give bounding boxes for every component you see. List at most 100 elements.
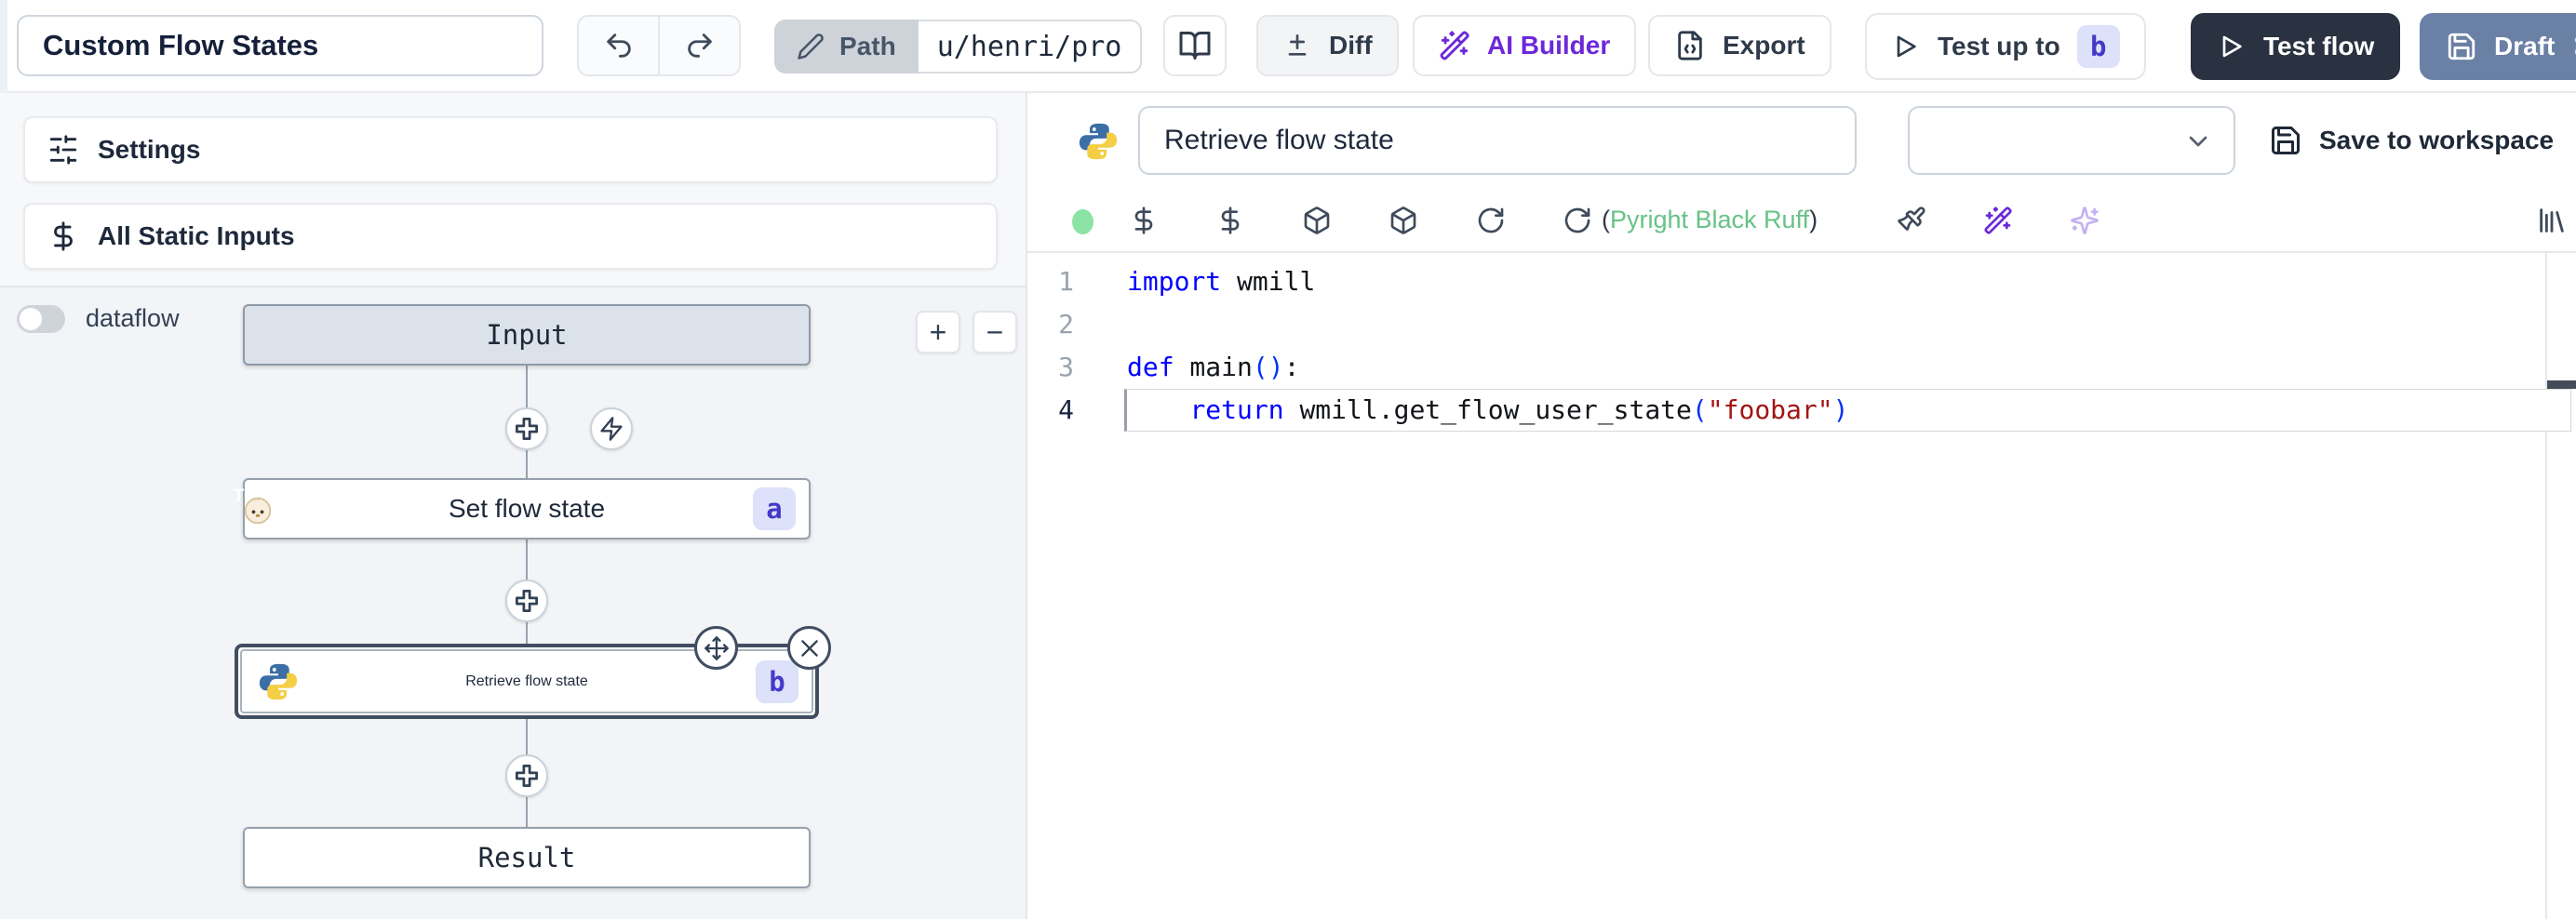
undo-redo-group — [577, 15, 741, 76]
book-open-icon — [1178, 29, 1212, 62]
test-up-to-label: Test up to — [1938, 32, 2060, 61]
all-static-inputs-button[interactable]: All Static Inputs — [23, 203, 998, 270]
insert-step-button[interactable] — [505, 579, 548, 622]
dollar-icon — [1215, 206, 1245, 235]
code-editor[interactable]: 1 2 3 4 import wmill def main(): return … — [1027, 251, 2576, 919]
ai-sparkles-button[interactable] — [2068, 204, 2101, 237]
close-icon — [798, 636, 822, 660]
flow-graph-canvas[interactable]: dataflow + − Input — [0, 286, 1026, 919]
package-icon — [1302, 206, 1332, 235]
path-label-segment: Path — [774, 20, 919, 73]
dataflow-toggle[interactable] — [17, 305, 65, 333]
docs-button[interactable] — [1163, 15, 1227, 76]
code-token: main — [1174, 352, 1253, 382]
flow-node-result[interactable]: Result — [243, 827, 811, 888]
test-flow-button[interactable]: Test flow — [2191, 13, 2400, 80]
file-code-icon — [1674, 30, 1706, 61]
delete-node-button[interactable] — [787, 626, 831, 670]
static-inputs-label: All Static Inputs — [98, 221, 295, 251]
flow-panel: Settings All Static Inputs dataflow + − — [0, 93, 1027, 919]
insert-step-button[interactable] — [505, 754, 548, 797]
add-trigger-button[interactable] — [590, 407, 633, 450]
overview-ruler-cursor-marker — [2547, 380, 2576, 389]
draft-button[interactable]: Draft ⌘S — [2420, 13, 2576, 80]
dollar-icon — [47, 220, 79, 252]
flow-title-input[interactable] — [17, 15, 543, 76]
library-icon — [2536, 205, 2568, 236]
zoom-out-button[interactable]: − — [973, 311, 1017, 353]
settings-button[interactable]: Settings — [23, 116, 998, 183]
topbar: Path u/henri/pro Diff AI Builder Export … — [0, 0, 2576, 93]
export-button[interactable]: Export — [1648, 15, 1831, 76]
export-label: Export — [1723, 31, 1805, 60]
package-button[interactable] — [1387, 204, 1420, 237]
cross-plus-icon — [513, 762, 541, 790]
line-number: 1 — [1027, 260, 1074, 303]
save-icon — [2269, 124, 2302, 157]
step-name-input[interactable] — [1138, 106, 1857, 175]
line-number: 2 — [1027, 303, 1074, 346]
paintbrush-icon — [1897, 206, 1926, 235]
main-area: Settings All Static Inputs dataflow + − — [0, 93, 2576, 919]
cross-plus-icon — [513, 415, 541, 443]
node-label: Set flow state — [449, 494, 605, 524]
step-kind-select[interactable] — [1908, 106, 2235, 175]
step-editor-panel: Save to workspace (Pyright Blac — [1027, 93, 2576, 919]
code-assistants-status[interactable]: (Pyright Black Ruff) — [1602, 206, 1818, 234]
save-to-workspace-button[interactable]: Save to workspace — [2269, 115, 2554, 166]
code-token: wmill — [1221, 266, 1315, 297]
code-content[interactable]: import wmill def main(): return wmill.ge… — [1127, 260, 2539, 432]
dollar-icon — [1129, 206, 1159, 235]
draft-label: Draft — [2494, 32, 2555, 61]
code-toolbar: (Pyright Black Ruff) — [1027, 191, 2576, 251]
code-token: ( — [1692, 394, 1708, 425]
diff-button[interactable]: Diff — [1256, 15, 1399, 76]
node-badge: a — [753, 487, 796, 530]
pencil-icon — [797, 33, 825, 60]
ai-builder-button[interactable]: AI Builder — [1413, 15, 1636, 76]
insert-step-button[interactable] — [505, 407, 548, 450]
library-button[interactable] — [2535, 204, 2569, 237]
reload-button[interactable] — [1561, 204, 1594, 237]
line-number-gutter: 1 2 3 4 — [1027, 260, 1074, 432]
zap-icon — [598, 416, 624, 442]
code-line-3: def main(): — [1127, 346, 2539, 389]
status-dot — [1072, 209, 1093, 234]
dataflow-toggle-group: dataflow — [17, 304, 180, 333]
code-line-2 — [1127, 303, 2539, 346]
dataflow-label: dataflow — [86, 304, 180, 333]
test-up-to-button[interactable]: Test up to b — [1865, 13, 2146, 80]
resources-button[interactable] — [1214, 204, 1247, 237]
flow-node-a[interactable]: TS Set flow state a — [243, 478, 811, 539]
sliders-icon — [47, 134, 79, 166]
diff-icon — [1282, 31, 1312, 60]
zoom-in-button[interactable]: + — [916, 311, 960, 353]
undo-icon — [603, 30, 635, 61]
move-node-button[interactable] — [694, 626, 738, 670]
reload-button[interactable] — [1474, 204, 1508, 237]
undo-button[interactable] — [579, 17, 658, 74]
redo-icon — [684, 30, 716, 61]
assistant-names: Pyright Black Ruff — [1610, 206, 1809, 233]
rotate-cw-icon — [1563, 206, 1592, 235]
settings-label: Settings — [98, 135, 200, 165]
rotate-cw-icon — [1476, 206, 1506, 235]
code-token: "foobar" — [1708, 394, 1833, 425]
assistant-paren-open: ( — [1602, 206, 1610, 233]
variables-button[interactable] — [1127, 204, 1161, 237]
package-button[interactable] — [1300, 204, 1334, 237]
ai-edit-button[interactable] — [1981, 204, 2015, 237]
format-button[interactable] — [1895, 204, 1928, 237]
window-edge — [0, 0, 7, 93]
code-line-1: import wmill — [1127, 260, 2539, 303]
node-label: Retrieve flow state — [465, 673, 588, 690]
code-token: return — [1189, 394, 1283, 425]
flow-node-input[interactable]: Input — [243, 304, 811, 366]
overview-ruler-divider — [2545, 253, 2547, 919]
path-button[interactable]: Path u/henri/pro — [774, 20, 1142, 73]
code-line-4: return wmill.get_flow_user_state("foobar… — [1127, 389, 2539, 432]
code-token: () — [1253, 352, 1284, 382]
code-token: ) — [1833, 394, 1849, 425]
step-badge: b — [2077, 25, 2120, 68]
redo-button[interactable] — [658, 17, 739, 74]
